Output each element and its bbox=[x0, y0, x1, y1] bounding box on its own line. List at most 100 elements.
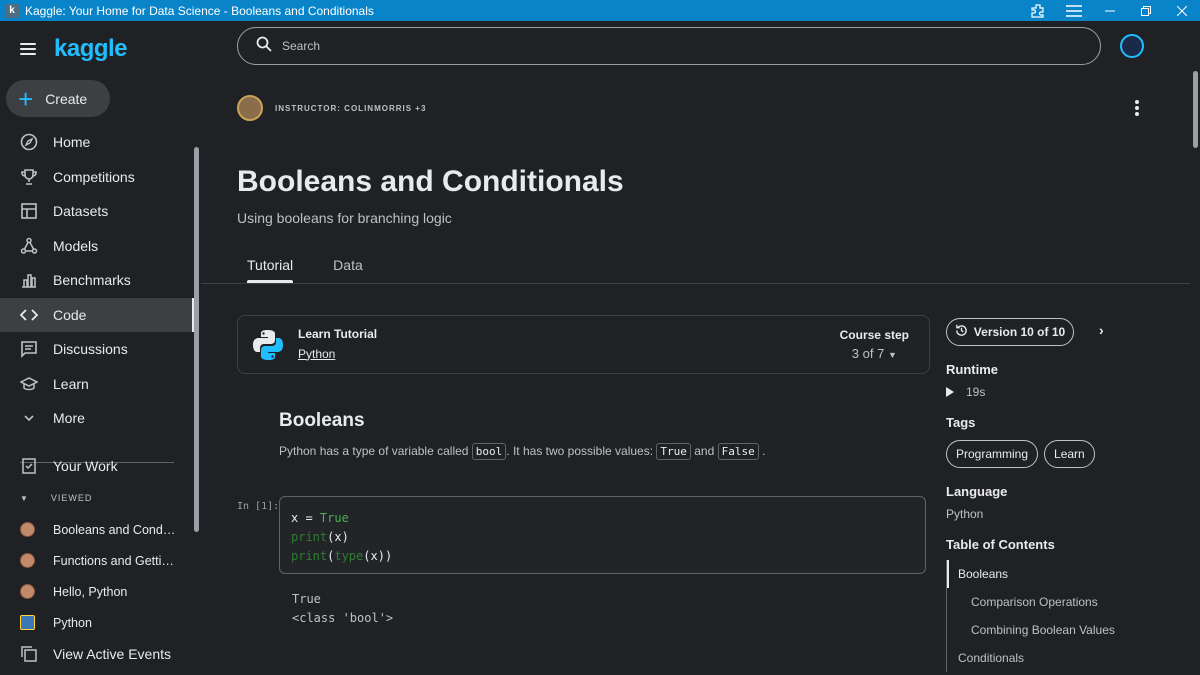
toc-track bbox=[946, 560, 947, 672]
close-button[interactable] bbox=[1164, 0, 1200, 21]
notebook-thumbnail bbox=[20, 584, 35, 599]
toc-item[interactable]: Combining Boolean Values bbox=[946, 616, 1146, 644]
tag-chip[interactable]: Programming bbox=[946, 440, 1039, 468]
window-title: Kaggle: Your Home for Data Science - Boo… bbox=[25, 3, 374, 18]
user-avatar[interactable] bbox=[1120, 34, 1144, 58]
sidebar-item-label: Benchmarks bbox=[53, 272, 131, 289]
sidebar-item-benchmarks[interactable]: Benchmarks bbox=[0, 263, 195, 298]
create-label: Create bbox=[45, 90, 88, 107]
sidebar-item-label: Your Work bbox=[53, 458, 118, 475]
runtime-row: 19s bbox=[946, 385, 1146, 399]
runtime-heading: Runtime bbox=[946, 362, 998, 377]
trophy-icon bbox=[20, 168, 38, 186]
scrollbar-thumb[interactable] bbox=[1193, 71, 1198, 148]
more-options-icon[interactable] bbox=[1135, 100, 1139, 116]
viewed-item[interactable]: Booleans and Conditi... bbox=[0, 514, 195, 545]
search-input[interactable] bbox=[282, 39, 1062, 53]
menu-icon[interactable] bbox=[1056, 0, 1092, 21]
viewed-section-toggle[interactable]: ▼ VIEWED bbox=[20, 493, 92, 503]
toc-item[interactable]: Comparison Operations bbox=[946, 588, 1146, 616]
view-active-events[interactable]: View Active Events bbox=[0, 638, 195, 669]
viewed-item[interactable]: Python bbox=[0, 607, 195, 638]
sidebar-scrollbar[interactable] bbox=[194, 147, 199, 532]
viewed-item-label: Functions and Gettin... bbox=[53, 553, 178, 568]
version-button[interactable]: Version 10 of 10 bbox=[946, 318, 1074, 346]
caret-down-icon: ▼ bbox=[20, 493, 29, 503]
right-panel: Version 10 of 10 › Runtime 19s Tags Prog… bbox=[946, 318, 1146, 672]
instructor-label[interactable]: INSTRUCTOR: COLINMORRIS +3 bbox=[275, 104, 426, 113]
course-step-value: 3 of 7 ▼ bbox=[840, 346, 909, 361]
tab-tutorial[interactable]: Tutorial bbox=[237, 255, 303, 283]
viewed-item-label: Python bbox=[53, 615, 92, 630]
window-titlebar: k Kaggle: Your Home for Data Science - B… bbox=[0, 0, 1200, 21]
history-icon bbox=[955, 324, 968, 340]
restore-button[interactable] bbox=[1128, 0, 1164, 21]
sidebar-item-your-work[interactable]: Your Work bbox=[0, 449, 195, 484]
inline-code: False bbox=[717, 443, 759, 460]
page-scrollbar[interactable] bbox=[1190, 65, 1200, 675]
course-step-selector[interactable]: Course step 3 of 7 ▼ bbox=[840, 328, 909, 361]
table-icon bbox=[20, 202, 38, 220]
hamburger-icon[interactable] bbox=[20, 43, 36, 55]
course-step-number: 3 of 7 bbox=[851, 346, 885, 361]
viewed-item-label: Hello, Python bbox=[53, 584, 128, 599]
sidebar-item-more[interactable]: More bbox=[0, 401, 195, 436]
viewed-list: Booleans and Conditi... Functions and Ge… bbox=[0, 514, 195, 669]
learn-icon bbox=[20, 375, 38, 393]
kaggle-logo[interactable]: kaggle bbox=[54, 35, 128, 63]
sidebar-item-discussions[interactable]: Discussions bbox=[0, 332, 195, 367]
create-button[interactable]: + Create bbox=[6, 80, 110, 117]
language-value: Python bbox=[946, 507, 984, 521]
tag-chip[interactable]: Learn bbox=[1044, 440, 1095, 468]
play-icon bbox=[946, 387, 954, 397]
text: . It has two possible values: bbox=[506, 444, 654, 458]
sidebar-item-label: More bbox=[53, 410, 85, 427]
sidebar-header: kaggle bbox=[20, 35, 128, 63]
table-of-contents: Booleans Comparison Operations Combining… bbox=[946, 560, 1146, 672]
toc-item[interactable]: Booleans bbox=[946, 560, 1146, 588]
extensions-icon[interactable] bbox=[1020, 0, 1056, 21]
viewed-item[interactable]: Hello, Python bbox=[0, 576, 195, 607]
chevron-right-icon[interactable]: › bbox=[1099, 322, 1104, 338]
paragraph: Python has a type of variable called boo… bbox=[279, 443, 929, 460]
tab-data[interactable]: Data bbox=[323, 255, 373, 283]
main-content: INSTRUCTOR: COLINMORRIS +3 Booleans and … bbox=[201, 65, 1190, 675]
sidebar-item-learn[interactable]: Learn bbox=[0, 367, 195, 402]
course-link[interactable]: Python bbox=[298, 347, 335, 361]
sidebar-nav: Home Competitions Datasets Models Benchm… bbox=[0, 125, 195, 436]
version-label: Version 10 of 10 bbox=[973, 325, 1066, 339]
search-icon bbox=[256, 36, 272, 57]
chevron-down-icon bbox=[20, 409, 38, 427]
viewed-item[interactable]: Functions and Gettin... bbox=[0, 545, 195, 576]
sidebar-item-label: Competitions bbox=[53, 168, 135, 185]
sidebar-item-label: Datasets bbox=[53, 203, 109, 220]
code-line: x = True bbox=[291, 511, 349, 525]
code-line: print(type(x)) bbox=[291, 549, 393, 563]
sidebar-item-models[interactable]: Models bbox=[0, 229, 195, 264]
sidebar-item-home[interactable]: Home bbox=[0, 125, 195, 160]
notebook-content: Booleans Python has a type of variable c… bbox=[279, 410, 929, 460]
text: Python has a type of variable called bbox=[279, 444, 469, 458]
tags-heading: Tags bbox=[946, 415, 976, 430]
code-cell[interactable]: x = True print(x) print(type(x)) bbox=[279, 496, 926, 574]
instructor-avatar[interactable] bbox=[237, 95, 263, 121]
search-bar[interactable] bbox=[237, 27, 1101, 65]
page-subtitle: Using booleans for branching logic bbox=[237, 210, 452, 226]
kaggle-app-icon: k bbox=[5, 3, 19, 18]
tutorial-card-text: Learn Tutorial Python bbox=[298, 327, 840, 363]
text: . bbox=[762, 444, 766, 458]
toc-item[interactable]: Conditionals bbox=[946, 644, 1146, 672]
instructor-row: INSTRUCTOR: COLINMORRIS +3 bbox=[237, 95, 426, 121]
cell-execution-label: In [1]: bbox=[237, 501, 280, 512]
language-heading: Language bbox=[946, 484, 1008, 499]
sidebar-item-competitions[interactable]: Competitions bbox=[0, 160, 195, 195]
text: and bbox=[694, 444, 715, 458]
learn-tutorial-card: Learn Tutorial Python Course step 3 of 7… bbox=[237, 315, 930, 374]
toc-heading: Table of Contents bbox=[946, 537, 1055, 552]
code-icon bbox=[20, 306, 38, 324]
sidebar-item-code[interactable]: Code bbox=[0, 297, 195, 332]
page-title: Booleans and Conditionals bbox=[237, 165, 624, 198]
minimize-button[interactable] bbox=[1092, 0, 1128, 21]
tutorial-card-label: Learn Tutorial bbox=[298, 326, 378, 341]
sidebar-item-datasets[interactable]: Datasets bbox=[0, 194, 195, 229]
